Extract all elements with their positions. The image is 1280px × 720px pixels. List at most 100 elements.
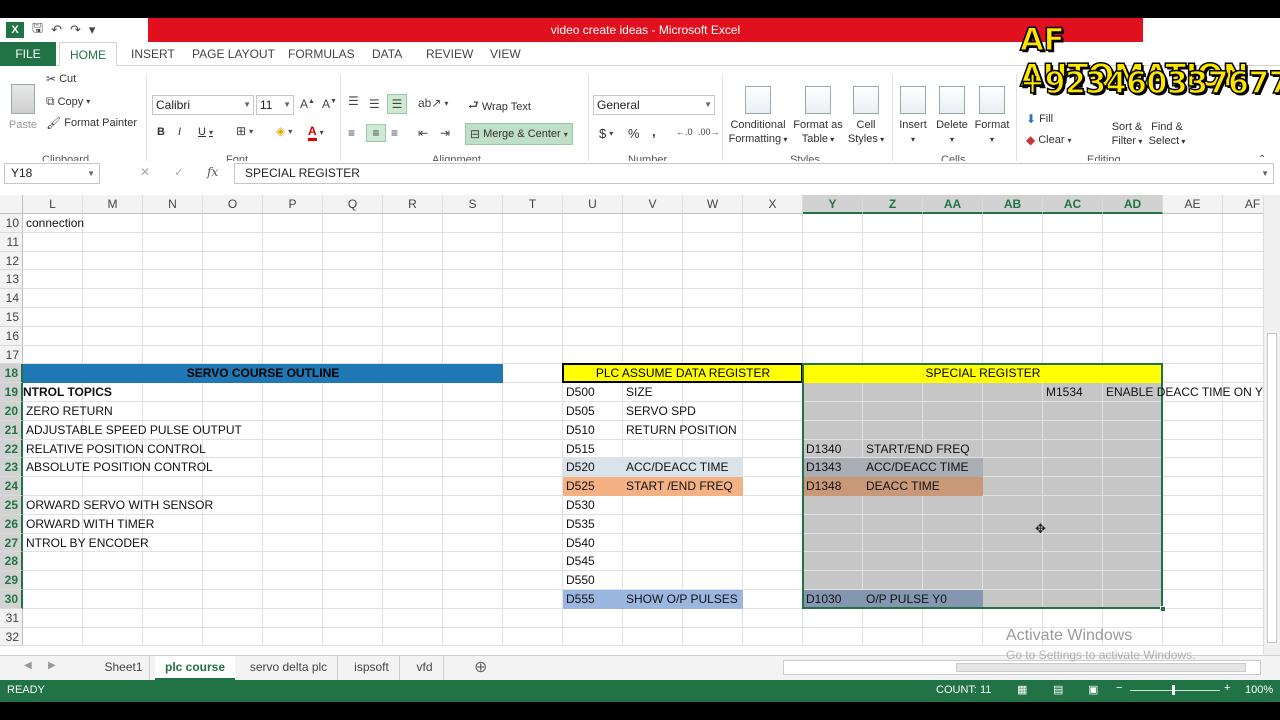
underline-button[interactable]: U ▾ bbox=[198, 126, 213, 138]
comma-button[interactable]: , bbox=[652, 124, 656, 139]
customize-qat-icon[interactable]: ▾ bbox=[89, 22, 96, 38]
name-box[interactable]: Y18 ▼ bbox=[4, 163, 100, 184]
tab-data[interactable]: DATA bbox=[372, 42, 402, 66]
row-header-29[interactable]: 29 bbox=[0, 571, 23, 590]
cut-button[interactable]: ✂ Cut bbox=[46, 72, 76, 86]
row-header-20[interactable]: 20 bbox=[0, 402, 23, 421]
column-header-ac[interactable]: AC bbox=[1043, 195, 1103, 214]
column-header-aa[interactable]: AA bbox=[923, 195, 983, 214]
italic-button[interactable]: I bbox=[178, 126, 181, 138]
insert-function-icon[interactable]: fx bbox=[207, 165, 218, 179]
column-header-r[interactable]: R bbox=[383, 195, 443, 214]
font-color-button[interactable]: A ▾ bbox=[308, 124, 324, 141]
page-break-view-icon[interactable]: ▣ bbox=[1088, 683, 1098, 696]
vertical-scrollbar[interactable] bbox=[1263, 195, 1280, 655]
bold-button[interactable]: B bbox=[157, 126, 165, 138]
align-left-button[interactable]: ≡ bbox=[348, 126, 355, 140]
format-cells-button[interactable]: Format ▾ bbox=[974, 86, 1010, 147]
decrease-indent-button[interactable]: ⇤ bbox=[418, 126, 428, 140]
page-layout-view-icon[interactable]: ▤ bbox=[1053, 683, 1063, 696]
copy-button[interactable]: ⧉ Copy ▾ bbox=[46, 94, 90, 109]
zoom-slider[interactable] bbox=[1130, 690, 1220, 691]
tab-home[interactable]: HOME bbox=[59, 42, 117, 67]
cancel-icon[interactable]: ✕ bbox=[140, 165, 150, 179]
horizontal-scrollbar[interactable] bbox=[783, 660, 1261, 675]
wrap-text-button[interactable]: ⮐ Wrap Text bbox=[468, 96, 531, 117]
row-header-25[interactable]: 25 bbox=[0, 496, 23, 515]
worksheet-grid[interactable]: L M N O P Q R S T U V W X Y Z AA AB AC AD AE AF 10 11 12 13 14 15 1… bbox=[0, 195, 1263, 655]
increase-indent-button[interactable]: ⇥ bbox=[440, 126, 450, 140]
column-header-n[interactable]: N bbox=[143, 195, 203, 214]
find-select-button[interactable]: Find & Select ▾ bbox=[1146, 120, 1188, 149]
formula-input[interactable]: SPECIAL REGISTER ▼ bbox=[234, 163, 1274, 184]
fill-button[interactable]: ⬇ Fill bbox=[1026, 112, 1053, 126]
column-header-u[interactable]: U bbox=[563, 195, 623, 214]
row-header-26[interactable]: 26 bbox=[0, 514, 23, 534]
align-center-button[interactable]: ≡ bbox=[366, 124, 386, 142]
insert-cells-button[interactable]: Insert ▾ bbox=[896, 86, 930, 147]
fill-handle[interactable] bbox=[1160, 605, 1166, 612]
delete-cells-button[interactable]: Delete ▾ bbox=[934, 86, 970, 147]
column-header-v[interactable]: V bbox=[623, 195, 683, 214]
scroll-right-icon[interactable]: ▶ bbox=[48, 660, 56, 671]
row-header-27[interactable]: 27 bbox=[0, 533, 23, 553]
conditional-formatting-button[interactable]: Conditional Formatting ▾ bbox=[726, 86, 790, 147]
column-header-l[interactable]: L bbox=[23, 195, 83, 214]
row-header-32[interactable]: 32 bbox=[0, 627, 23, 647]
align-right-button[interactable]: ≡ bbox=[391, 126, 398, 140]
column-header-ad[interactable]: AD bbox=[1103, 195, 1163, 214]
shrink-font-button[interactable]: A▼ bbox=[322, 97, 337, 111]
tab-insert[interactable]: INSERT bbox=[131, 42, 175, 66]
save-icon[interactable]: 🖫 bbox=[32, 19, 43, 41]
font-size-select[interactable]: 11 ▼ bbox=[256, 95, 294, 115]
column-header-o[interactable]: O bbox=[203, 195, 263, 214]
column-header-w[interactable]: W bbox=[683, 195, 743, 214]
column-header-s[interactable]: S bbox=[443, 195, 503, 214]
sheet-tab-plc-course[interactable]: plc course bbox=[155, 656, 235, 680]
zoom-in-icon[interactable]: + bbox=[1224, 682, 1230, 694]
fill-color-button[interactable]: ◈ ▾ bbox=[276, 124, 292, 138]
row-header-15[interactable]: 15 bbox=[0, 308, 23, 327]
increase-decimal-button[interactable]: ←.0 bbox=[676, 127, 693, 137]
column-header-q[interactable]: Q bbox=[323, 195, 383, 214]
row-header-30[interactable]: 30 bbox=[0, 590, 23, 609]
row-header-24[interactable]: 24 bbox=[0, 477, 23, 496]
zoom-slider-thumb[interactable] bbox=[1172, 685, 1175, 695]
middle-align-button[interactable]: ☰ bbox=[369, 97, 380, 111]
column-header-af[interactable]: AF bbox=[1223, 195, 1263, 214]
column-header-m[interactable]: M bbox=[83, 195, 143, 214]
select-all-corner[interactable] bbox=[0, 195, 23, 214]
sort-filter-button[interactable]: Sort & Filter ▾ bbox=[1106, 120, 1148, 149]
number-format-select[interactable]: General ▼ bbox=[593, 95, 715, 115]
cell-styles-button[interactable]: Cell Styles ▾ bbox=[846, 86, 886, 147]
tab-file[interactable]: FILE bbox=[0, 42, 56, 66]
format-painter-button[interactable]: 🖌 Format Painter bbox=[46, 116, 137, 130]
sheet-tab-vfd[interactable]: vfd bbox=[406, 656, 444, 680]
row-header-31[interactable]: 31 bbox=[0, 608, 23, 628]
bottom-align-button[interactable]: ☰ bbox=[387, 94, 407, 114]
format-as-table-button[interactable]: Format as Table ▾ bbox=[792, 86, 844, 147]
undo-icon[interactable]: ↶ bbox=[51, 22, 62, 38]
clear-button[interactable]: ◆ Clear ▾ bbox=[1026, 133, 1072, 147]
zoom-out-icon[interactable]: − bbox=[1116, 682, 1122, 694]
row-header-11[interactable]: 11 bbox=[0, 232, 23, 252]
row-header-13[interactable]: 13 bbox=[0, 270, 23, 290]
scroll-left-icon[interactable]: ◀ bbox=[24, 660, 32, 671]
column-header-t[interactable]: T bbox=[503, 195, 563, 214]
row-header-14[interactable]: 14 bbox=[0, 289, 23, 308]
horizontal-scroll-thumb[interactable] bbox=[956, 663, 1246, 672]
row-header-23[interactable]: 23 bbox=[0, 458, 23, 478]
column-header-ae[interactable]: AE bbox=[1163, 195, 1223, 214]
column-header-z[interactable]: Z bbox=[863, 195, 923, 214]
row-header-17[interactable]: 17 bbox=[0, 345, 23, 365]
tab-review[interactable]: REVIEW bbox=[426, 42, 473, 66]
tab-view[interactable]: VIEW bbox=[490, 42, 521, 66]
row-header-21[interactable]: 21 bbox=[0, 420, 23, 440]
column-header-y[interactable]: Y bbox=[803, 195, 863, 214]
row-header-19[interactable]: 19 bbox=[0, 383, 23, 402]
top-align-button[interactable]: ☰ bbox=[348, 94, 359, 108]
column-header-x[interactable]: X bbox=[743, 195, 803, 214]
paste-button[interactable]: Paste bbox=[6, 84, 40, 132]
normal-view-icon[interactable]: ▦ bbox=[1017, 683, 1027, 696]
enter-icon[interactable]: ✓ bbox=[174, 165, 184, 179]
